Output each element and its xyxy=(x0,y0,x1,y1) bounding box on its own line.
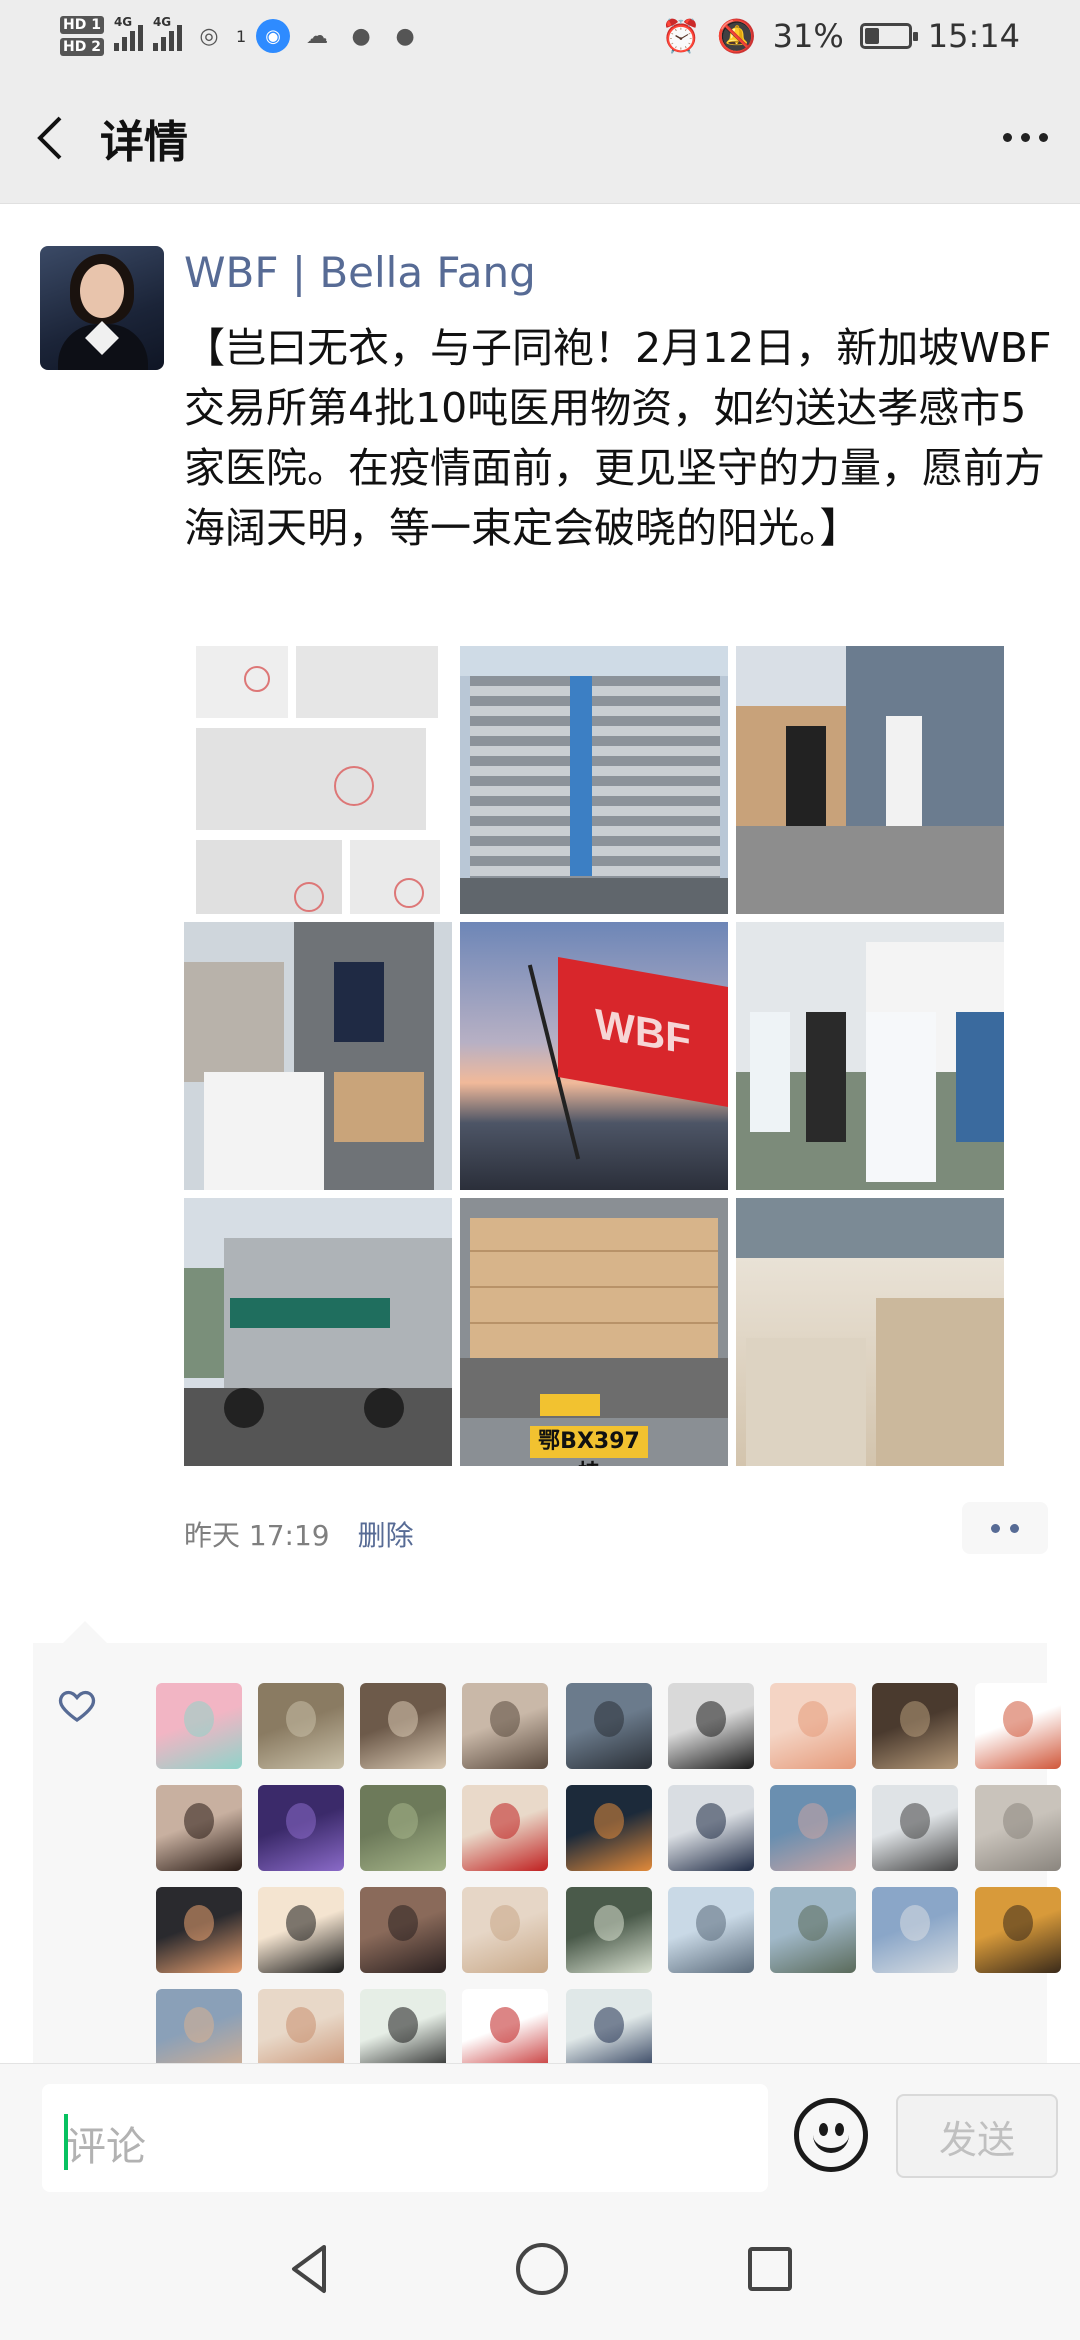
hd-indicator: HD 1 HD 2 xyxy=(60,14,104,58)
signal-icon-2: 4G xyxy=(152,15,182,51)
author-name[interactable]: WBF | Bella Fang xyxy=(184,248,536,297)
photo-grid: WBF 鄂BX397挂 xyxy=(184,646,1006,1466)
post-time: 昨天 17:19 xyxy=(184,1519,330,1552)
alarm-icon: ⏰ xyxy=(660,17,701,55)
clock: 15:14 xyxy=(927,17,1020,55)
page-title: 详情 xyxy=(100,116,188,168)
battery-icon xyxy=(859,23,918,49)
liker-avatar[interactable] xyxy=(565,1785,652,1871)
send-button[interactable]: 发送 xyxy=(896,2094,1058,2178)
recents-square-icon[interactable] xyxy=(740,2239,800,2299)
liker-avatar[interactable] xyxy=(156,1887,242,1973)
back-button[interactable] xyxy=(0,72,100,204)
delete-link[interactable]: 删除 xyxy=(358,1514,414,1554)
chevron-left-icon xyxy=(37,116,62,159)
liker-avatar[interactable] xyxy=(667,1785,754,1871)
liker-avatar[interactable] xyxy=(769,1887,856,1973)
photo-documents[interactable] xyxy=(184,646,452,914)
post-text: 【岂曰无衣，与子同袍！2月12日，新加坡WBF交易所第4批10吨医用物资，如约送… xyxy=(184,324,1052,552)
post-actions-button[interactable] xyxy=(962,1502,1048,1554)
liker-avatar[interactable] xyxy=(667,1887,754,1973)
liker-avatar[interactable] xyxy=(462,1683,548,1769)
smiley-icon[interactable] xyxy=(794,2098,868,2172)
liker-avatar[interactable] xyxy=(769,1785,856,1871)
post-meta: 昨天 17:19 删除 xyxy=(184,1514,414,1554)
liker-avatar[interactable] xyxy=(258,1785,344,1871)
more-dots-icon xyxy=(991,1523,1000,1533)
photo-container-truck[interactable] xyxy=(184,1198,452,1466)
liker-avatar[interactable] xyxy=(871,1683,958,1769)
liker-avatar[interactable] xyxy=(871,1785,958,1871)
author-avatar[interactable] xyxy=(40,246,164,370)
liker-avatar[interactable] xyxy=(565,1887,652,1973)
liker-avatar[interactable] xyxy=(975,1785,1061,1871)
liker-avatar[interactable] xyxy=(462,1785,548,1871)
signal-icon: 4G xyxy=(113,15,143,51)
status-bar: HD 1 HD 2 4G 4G ◎ 1 ◉ ☁ ● ● ⏰ 🔕 31% 15:1… xyxy=(0,0,1080,72)
photo-hospital[interactable] xyxy=(460,646,728,914)
browser-icon: ◉ xyxy=(256,19,291,53)
comment-placeholder: 评论 xyxy=(66,2124,146,2170)
navigation-bar xyxy=(0,2199,1080,2340)
photo-truck-rear[interactable]: 鄂BX397挂 xyxy=(460,1198,728,1466)
photo-flag-beach[interactable]: WBF xyxy=(460,922,728,1190)
license-plate: 鄂BX397挂 xyxy=(530,1426,648,1466)
liker-avatar[interactable] xyxy=(258,1887,344,1973)
liker-avatar[interactable] xyxy=(258,1683,344,1769)
liker-avatar[interactable] xyxy=(769,1683,856,1769)
title-bar: 详情 xyxy=(0,72,1080,204)
liker-avatar[interactable] xyxy=(360,1683,446,1769)
photo-medical-staff[interactable] xyxy=(736,922,1004,1190)
battery-percent: 31% xyxy=(772,17,844,55)
liker-avatar[interactable] xyxy=(156,1785,242,1871)
liker-avatar[interactable] xyxy=(360,1887,446,1973)
liker-avatar[interactable] xyxy=(667,1683,754,1769)
more-button[interactable] xyxy=(970,72,1080,204)
hotspot-count: 1 xyxy=(235,26,247,46)
liker-avatar[interactable] xyxy=(156,1683,242,1769)
cloud-icon: ☁ xyxy=(306,23,329,49)
photo-doctor-box[interactable] xyxy=(184,922,452,1190)
photo-boxes-container[interactable] xyxy=(736,1198,1004,1466)
comment-input[interactable]: 评论 xyxy=(42,2084,768,2192)
mute-icon: 🔕 xyxy=(716,17,757,55)
home-circle-icon[interactable] xyxy=(510,2237,574,2301)
more-dots-icon xyxy=(1002,133,1012,142)
wechat-icon: ● xyxy=(351,23,371,49)
liker-avatar[interactable] xyxy=(975,1887,1061,1973)
comment-bar: 评论 发送 xyxy=(0,2063,1080,2199)
back-triangle-icon[interactable] xyxy=(280,2239,340,2299)
liker-avatar[interactable] xyxy=(360,1785,446,1871)
wechat-icon-2: ● xyxy=(395,23,415,49)
liker-avatar[interactable] xyxy=(462,1887,548,1973)
likes-panel xyxy=(33,1621,1061,2075)
heart-icon xyxy=(58,1690,96,1722)
liker-avatar[interactable] xyxy=(565,1683,652,1769)
liker-avatar[interactable] xyxy=(975,1683,1061,1769)
photo-workers-truck[interactable] xyxy=(736,646,1004,914)
hotspot-icon: ◎ xyxy=(199,23,219,49)
liker-avatar[interactable] xyxy=(871,1887,958,1973)
